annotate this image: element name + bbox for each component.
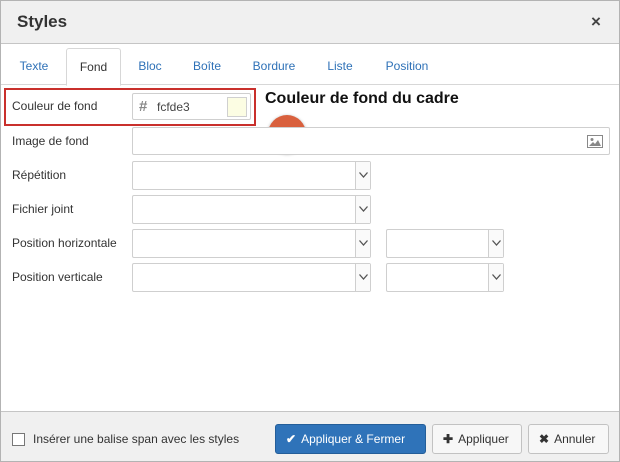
- close-icon: ✖: [539, 432, 550, 446]
- apply-button[interactable]: ✚ Appliquer: [432, 424, 522, 454]
- check-icon: ✔: [286, 432, 297, 446]
- repeat-select[interactable]: [132, 161, 371, 190]
- tab-bloc[interactable]: Bloc: [125, 48, 175, 85]
- chevron-down-icon: [488, 264, 503, 291]
- dialog-footer: Insérer une balise span avec les styles …: [1, 411, 619, 461]
- span-checkbox[interactable]: [12, 433, 25, 446]
- annotation-text: Couleur de fond du cadre: [265, 90, 459, 107]
- position-vertical-unit-select[interactable]: [386, 263, 504, 292]
- styles-dialog: Styles × Texte Fond Bloc Boîte Bordure L…: [0, 0, 620, 462]
- background-color-value: fcfde3: [157, 100, 190, 114]
- apply-label: Appliquer: [458, 432, 509, 446]
- cancel-label: Annuler: [554, 432, 596, 446]
- chevron-down-icon: [488, 230, 503, 257]
- background-image-input[interactable]: [132, 127, 610, 155]
- attachment-select[interactable]: [132, 195, 371, 224]
- tab-texte[interactable]: Texte: [7, 48, 61, 85]
- position-horizontal-label: Position horizontale: [12, 236, 117, 250]
- background-image-label: Image de fond: [12, 134, 89, 148]
- position-horizontal-select[interactable]: [132, 229, 371, 258]
- color-swatch[interactable]: [227, 97, 247, 117]
- plus-icon: ✚: [443, 432, 454, 446]
- tab-liste[interactable]: Liste: [315, 48, 365, 85]
- position-horizontal-unit-select[interactable]: [386, 229, 504, 258]
- chevron-down-icon: [355, 264, 370, 291]
- background-color-input[interactable]: # fcfde3: [132, 93, 251, 120]
- tab-bar: Texte Fond Bloc Boîte Bordure Liste Posi…: [1, 48, 619, 86]
- chevron-down-icon: [355, 162, 370, 189]
- span-checkbox-label[interactable]: Insérer une balise span avec les styles: [33, 432, 239, 446]
- tab-fond[interactable]: Fond: [66, 48, 121, 86]
- background-color-label: Couleur de fond: [12, 99, 98, 113]
- image-icon[interactable]: [587, 135, 603, 151]
- close-button[interactable]: ×: [587, 13, 605, 31]
- apply-close-button[interactable]: ✔ Appliquer & Fermer: [275, 424, 426, 454]
- attachment-label: Fichier joint: [12, 202, 74, 216]
- tab-boite[interactable]: Boîte: [181, 48, 233, 85]
- position-vertical-select[interactable]: [132, 263, 371, 292]
- tab-bordure[interactable]: Bordure: [241, 48, 307, 85]
- chevron-down-icon: [355, 230, 370, 257]
- dialog-title: Styles: [17, 12, 68, 31]
- hash-icon: #: [139, 98, 148, 115]
- dialog-titlebar: Styles ×: [1, 1, 619, 44]
- chevron-down-icon: [355, 196, 370, 223]
- position-vertical-label: Position verticale: [12, 270, 103, 284]
- cancel-button[interactable]: ✖ Annuler: [528, 424, 609, 454]
- tab-position[interactable]: Position: [373, 48, 441, 85]
- repeat-label: Répétition: [12, 168, 67, 182]
- apply-close-label: Appliquer & Fermer: [301, 432, 406, 446]
